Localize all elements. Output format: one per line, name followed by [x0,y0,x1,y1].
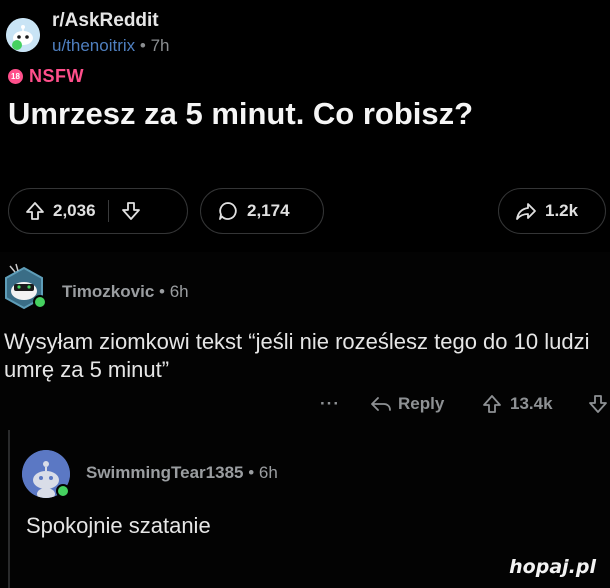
comment-body-1: Wysyłam ziomkowi tekst “jeśli nie roześl… [4,329,590,382]
nsfw-label: NSFW [29,66,84,86]
upvote-count: 2,036 [53,201,96,220]
nsfw-tag: 18 NSFW [8,66,84,87]
post-meta: u/thenoitrix • 7h [52,36,170,56]
subreddit-name[interactable]: r/AskReddit [52,10,159,32]
comment-author-1: Timozkovic • 6h [62,282,189,302]
online-status-icon [56,484,70,498]
subreddit-avatar-icon[interactable] [6,18,40,52]
comment-icon [217,200,239,222]
post-title[interactable]: Umrzesz za 5 minut. Co robisz? [8,96,473,132]
upvote-icon[interactable] [25,201,45,221]
meta-separator: • [248,463,255,482]
downvote-icon[interactable] [121,201,141,221]
comment-thread: Timozkovic • 6h Wysyłam ziomkowi tekst “… [0,252,610,588]
post-author[interactable]: u/thenoitrix [52,36,135,55]
comments-button[interactable]: 2,174 [200,188,324,234]
nsfw-18-icon: 18 [8,69,23,84]
comment-author-2: SwimmingTear1385 • 6h [86,463,278,483]
comment-age: 6h [169,282,189,301]
comment-score: 13.4k [510,394,553,413]
vote-divider [107,200,109,222]
watermark-logo: hopaj.pl [509,556,596,578]
commenter-avatar-icon[interactable] [2,262,47,312]
more-icon[interactable]: ··· [320,394,340,414]
comment-author-name[interactable]: SwimmingTear1385 [86,463,243,482]
reply-icon [370,395,392,413]
share-icon [515,201,537,221]
comment-author-name[interactable]: Timozkovic [62,282,154,301]
post-age: 7h [150,36,170,55]
reply-label: Reply [398,394,445,413]
comment-age: 6h [258,463,278,482]
comment-body-2: Spokojnie szatanie [26,513,211,538]
comment-vote: 13.4k [482,394,553,414]
comment-actions: ··· Reply 13.4k [0,394,610,420]
share-count: 1.2k [545,201,579,220]
thread-indent-line[interactable] [8,430,10,588]
downvote-icon[interactable] [588,394,608,414]
comment-count: 2,174 [247,201,290,220]
vote-pill: 2,036 [8,188,188,234]
upvote-icon[interactable] [482,394,502,414]
meta-separator: • [159,282,165,301]
meta-separator: • [139,36,146,55]
share-button[interactable]: 1.2k [498,188,606,234]
reply-button[interactable]: Reply [370,394,444,414]
post-card: r/AskReddit u/thenoitrix • 7h 18 NSFW Um… [0,0,610,244]
